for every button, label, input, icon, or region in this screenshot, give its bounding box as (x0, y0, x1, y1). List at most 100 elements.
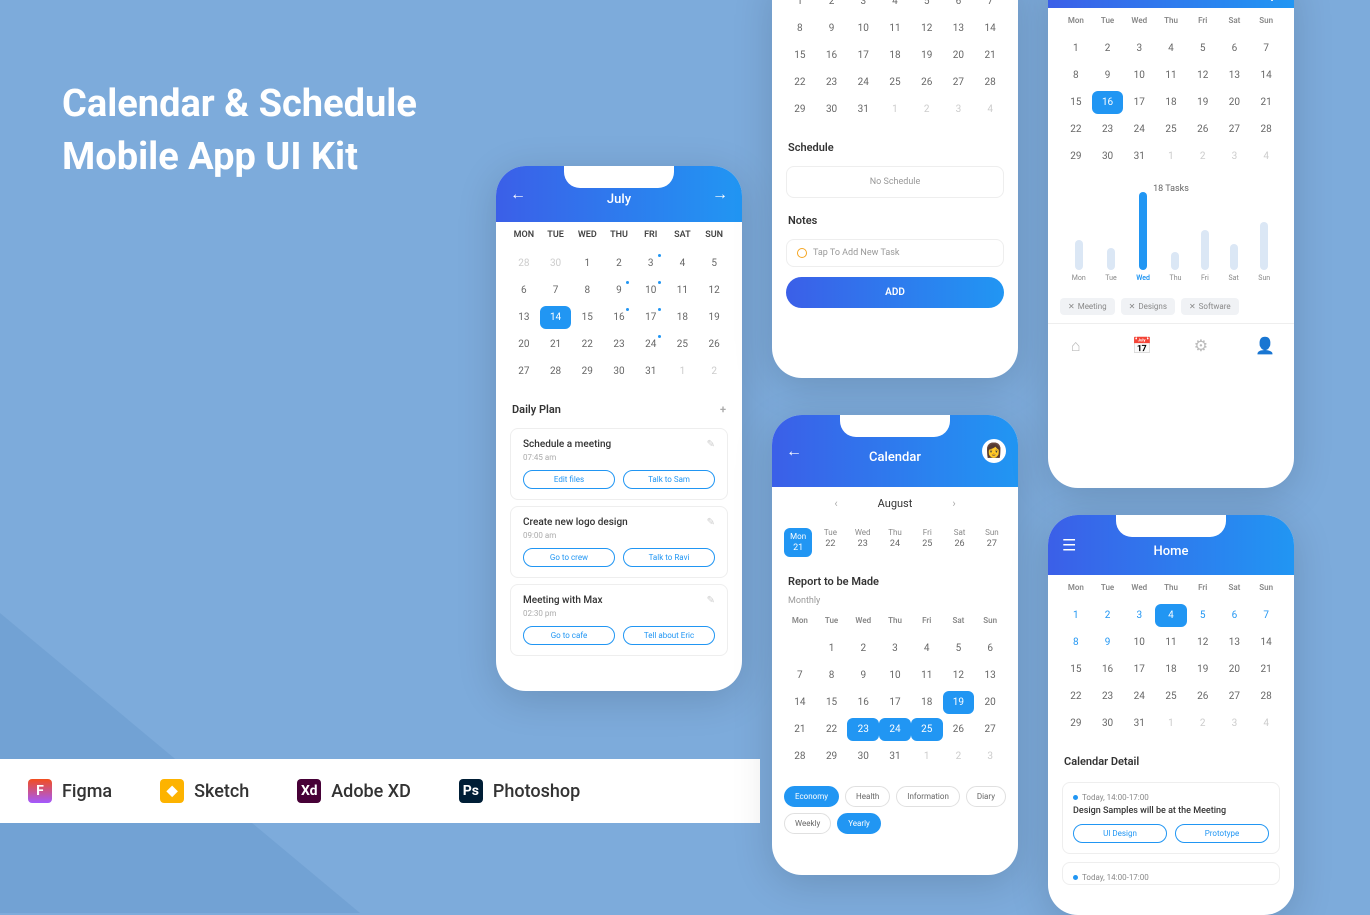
day-cell[interactable]: 15 (784, 44, 816, 67)
day-cell[interactable]: 17 (635, 306, 667, 329)
day-cell[interactable]: 3 (974, 745, 1006, 768)
day-cell[interactable]: 24 (847, 71, 879, 94)
day-cell[interactable]: 15 (1060, 658, 1092, 681)
day-cell[interactable]: 11 (1155, 631, 1187, 654)
week-day[interactable]: Wed23 (849, 528, 877, 557)
day-cell[interactable]: 26 (1187, 118, 1219, 141)
day-cell[interactable]: 11 (911, 664, 943, 687)
back-icon[interactable]: ← (786, 441, 802, 461)
day-cell[interactable]: 31 (879, 745, 911, 768)
day-cell[interactable]: 7 (784, 664, 816, 687)
day-cell[interactable]: 3 (1123, 37, 1155, 60)
day-cell[interactable]: 17 (1123, 658, 1155, 681)
plan-action[interactable]: Go to crew (523, 548, 615, 567)
day-cell[interactable]: 10 (635, 279, 667, 302)
day-cell[interactable]: 31 (1123, 712, 1155, 735)
day-cell[interactable]: 3 (943, 98, 975, 121)
day-cell[interactable]: 23 (603, 333, 635, 356)
tag-software[interactable]: ✕Software (1181, 298, 1239, 315)
day-cell[interactable]: 2 (816, 0, 848, 13)
day-cell[interactable]: 12 (911, 17, 943, 40)
day-cell[interactable]: 14 (540, 306, 572, 329)
day-cell[interactable]: 27 (974, 718, 1006, 741)
day-cell[interactable]: 25 (667, 333, 699, 356)
chip-information[interactable]: Information (896, 786, 960, 807)
day-cell[interactable]: 28 (540, 360, 572, 383)
day-cell[interactable]: 28 (974, 71, 1006, 94)
day-cell[interactable]: 20 (1219, 91, 1251, 114)
day-cell[interactable]: 1 (911, 745, 943, 768)
day-cell[interactable]: 12 (1187, 64, 1219, 87)
day-cell[interactable]: 22 (1060, 685, 1092, 708)
day-cell[interactable]: 8 (816, 664, 848, 687)
home-icon[interactable]: ⌂ (1071, 336, 1087, 352)
day-cell[interactable]: 6 (1219, 37, 1251, 60)
day-cell[interactable]: 5 (1187, 604, 1219, 627)
day-cell[interactable]: 27 (1219, 118, 1251, 141)
next-icon[interactable]: › (952, 497, 955, 510)
week-strip[interactable]: Mon21Tue22Wed23Thu24Fri25Sat26Sun27 (772, 520, 1018, 565)
day-cell[interactable]: 19 (698, 306, 730, 329)
day-cell[interactable]: 26 (911, 71, 943, 94)
settings-icon[interactable]: ⚙ (1194, 336, 1210, 352)
day-cell[interactable]: 21 (784, 718, 816, 741)
week-day[interactable]: Sun27 (978, 528, 1006, 557)
day-cell[interactable]: 4 (974, 98, 1006, 121)
day-cell[interactable]: 10 (879, 664, 911, 687)
day-cell[interactable]: 9 (847, 664, 879, 687)
day-cell[interactable]: 6 (974, 637, 1006, 660)
detail-card-2[interactable]: Today, 14:00-17:00 (1062, 862, 1280, 885)
week-day[interactable]: Mon21 (784, 528, 812, 557)
edit-icon[interactable]: ✎ (707, 595, 715, 606)
day-cell[interactable]: 22 (571, 333, 603, 356)
chip-weekly[interactable]: Weekly (784, 813, 831, 834)
day-cell[interactable]: 4 (879, 0, 911, 13)
day-cell[interactable]: 18 (879, 44, 911, 67)
day-cell[interactable]: 23 (1092, 685, 1124, 708)
day-cell[interactable]: 13 (508, 306, 540, 329)
avatar[interactable]: 👩 (982, 439, 1006, 463)
day-cell[interactable]: 1 (1155, 145, 1187, 168)
day-cell[interactable]: 29 (1060, 145, 1092, 168)
day-cell[interactable]: 4 (911, 637, 943, 660)
day-cell[interactable]: 1 (879, 98, 911, 121)
day-cell[interactable]: 2 (1092, 37, 1124, 60)
day-cell[interactable]: 28 (508, 252, 540, 275)
edit-icon[interactable]: ✎ (707, 439, 715, 450)
day-cell[interactable]: 1 (816, 637, 848, 660)
close-icon[interactable]: ✕ (1129, 302, 1136, 311)
day-cell[interactable]: 8 (784, 17, 816, 40)
day-cell[interactable]: 29 (1060, 712, 1092, 735)
day-cell[interactable]: 1 (784, 0, 816, 13)
day-cell[interactable]: 22 (816, 718, 848, 741)
day-cell[interactable]: 5 (698, 252, 730, 275)
day-cell[interactable]: 14 (1250, 64, 1282, 87)
day-cell[interactable]: 4 (1250, 145, 1282, 168)
day-cell[interactable]: 5 (943, 637, 975, 660)
day-cell[interactable]: 4 (1155, 604, 1187, 627)
day-cell[interactable]: 1 (571, 252, 603, 275)
day-cell[interactable]: 2 (698, 360, 730, 383)
day-cell[interactable]: 9 (603, 279, 635, 302)
week-day[interactable]: Sat26 (945, 528, 973, 557)
day-cell[interactable]: 1 (1060, 37, 1092, 60)
day-cell[interactable]: 30 (1092, 145, 1124, 168)
day-cell[interactable]: 29 (784, 98, 816, 121)
week-day[interactable]: Fri25 (913, 528, 941, 557)
day-cell[interactable]: 2 (1187, 145, 1219, 168)
day-cell[interactable]: 24 (1123, 118, 1155, 141)
day-cell[interactable]: 3 (1123, 604, 1155, 627)
day-cell[interactable]: 17 (847, 44, 879, 67)
day-cell[interactable]: 3 (1219, 712, 1251, 735)
add-task-input[interactable]: Tap To Add New Task (786, 239, 1004, 267)
day-cell[interactable]: 3 (1219, 145, 1251, 168)
day-cell[interactable]: 23 (1092, 118, 1124, 141)
day-cell[interactable]: 6 (508, 279, 540, 302)
day-cell[interactable]: 5 (1187, 37, 1219, 60)
day-cell[interactable]: 21 (1250, 658, 1282, 681)
plan-action[interactable]: Go to cafe (523, 626, 615, 645)
day-cell[interactable]: 26 (1187, 685, 1219, 708)
day-cell[interactable]: 17 (1123, 91, 1155, 114)
profile-icon[interactable]: 👤 (1255, 336, 1271, 352)
day-cell[interactable]: 6 (943, 0, 975, 13)
